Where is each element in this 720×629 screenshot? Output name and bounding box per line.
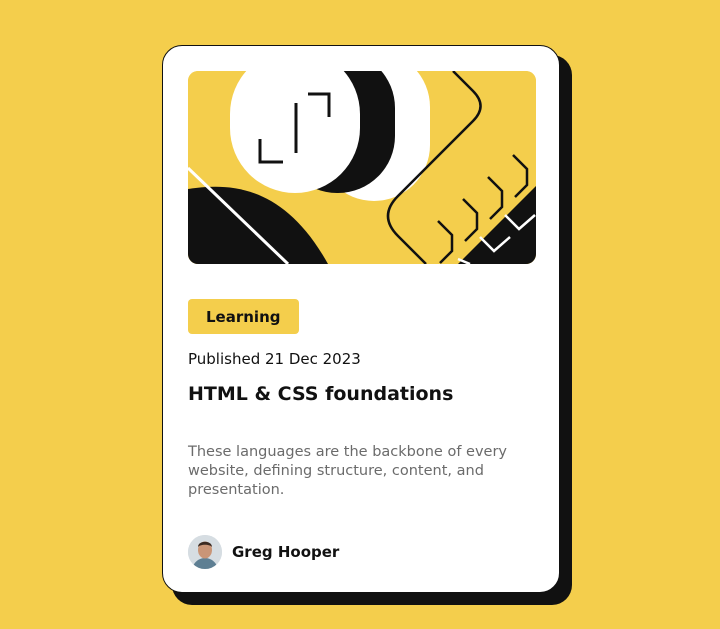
card-illustration [188,71,536,264]
published-date: Published 21 Dec 2023 [188,350,361,368]
person-avatar-icon [188,535,222,569]
category-tag[interactable]: Learning [188,299,299,334]
author[interactable]: Greg Hooper [188,535,339,569]
card-description: These languages are the backbone of ever… [188,444,507,498]
blog-preview-card[interactable]: Learning Published 21 Dec 2023 HTML & CS… [162,45,560,593]
author-name[interactable]: Greg Hooper [232,543,339,561]
page: Learning Published 21 Dec 2023 HTML & CS… [0,0,720,629]
abstract-illustration-icon [188,71,536,264]
card-title[interactable]: HTML & CSS foundations [188,383,453,405]
